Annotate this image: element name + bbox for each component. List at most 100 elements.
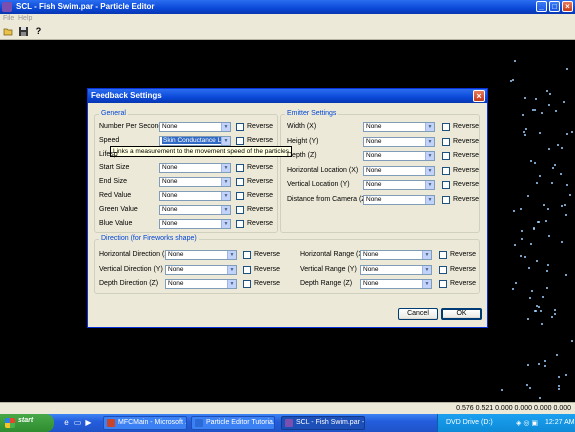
start-button[interactable]: start [0, 414, 54, 432]
minimize-button[interactable]: _ [536, 1, 547, 12]
general-row-3-reverse-checkbox[interactable] [236, 164, 244, 173]
taskbar: start e ▭ ▶ DVD Drive (D:) ◈ ◎ ▣ 12:27 A… [0, 414, 575, 432]
emitter-row-0-combo[interactable]: None ▼ [363, 122, 435, 132]
chevron-down-icon[interactable]: ▼ [425, 181, 434, 190]
task-label: MFCMain - Microsoft ... [118, 419, 187, 426]
direction-right-row-0-reverse-checkbox[interactable] [439, 251, 447, 259]
particle [513, 209, 516, 212]
menu-help[interactable]: Help [18, 15, 32, 22]
particle [523, 130, 526, 133]
chevron-down-icon[interactable]: ▼ [425, 123, 434, 131]
desktop-icon[interactable]: ▭ [73, 418, 82, 427]
direction-left-row-0-reverse-checkbox[interactable] [243, 251, 251, 259]
direction-right-row-0-combo[interactable]: None ▼ [360, 250, 432, 260]
direction-left-row-2-combo[interactable]: None ▼ [165, 279, 237, 290]
general-row-4-label: End Size [99, 178, 128, 186]
taskbar-task-2[interactable]: SCL - Fish Swim.par - ... [281, 416, 365, 430]
particle [564, 274, 567, 277]
general-row-0-combo[interactable]: None ▼ [159, 122, 231, 132]
chevron-down-icon[interactable]: ▼ [227, 251, 236, 259]
chevron-down-icon[interactable]: ▼ [422, 280, 431, 289]
chevron-down-icon[interactable]: ▼ [221, 123, 230, 131]
close-button[interactable]: × [562, 1, 573, 12]
menu-file[interactable]: File [3, 15, 14, 22]
direction-right-row-2-reverse-checkbox[interactable] [439, 280, 447, 289]
particle [529, 242, 532, 245]
general-row-3-combo[interactable]: None ▼ [159, 163, 231, 174]
particle [520, 255, 523, 258]
chevron-down-icon[interactable]: ▼ [422, 251, 431, 259]
general-row-7-combo[interactable]: None ▼ [159, 218, 231, 229]
taskbar-task-1[interactable]: Particle Editor Tutoria... [191, 416, 275, 430]
media-icon[interactable]: ▶ [84, 418, 93, 427]
direction-left-row-1-combo[interactable]: None ▼ [165, 264, 237, 275]
chevron-down-icon[interactable]: ▼ [422, 265, 431, 274]
emitter-row-5-reverse-checkbox[interactable] [442, 196, 450, 204]
cancel-button[interactable]: Cancel [398, 308, 438, 320]
chevron-down-icon[interactable]: ▼ [425, 137, 434, 146]
chevron-down-icon[interactable]: ▼ [227, 280, 236, 289]
general-row-0-reverse-label: Reverse [247, 123, 274, 130]
direction-right-row-1-combo[interactable]: None ▼ [360, 264, 432, 275]
direction-left-row-0-combo[interactable]: None ▼ [165, 250, 237, 260]
general-row-4-combo[interactable]: None ▼ [159, 177, 231, 188]
direction-right-row-1-reverse-checkbox[interactable] [439, 265, 447, 274]
dialog-titlebar[interactable]: Feedback Settings × [88, 89, 487, 103]
emitter-row-4-combo[interactable]: None ▼ [363, 180, 435, 191]
general-row-1-value: Skin Conductance Lev [162, 136, 230, 144]
particle [500, 389, 503, 392]
emitter-row-3-combo[interactable]: None ▼ [363, 165, 435, 176]
direction-left-row-1-reverse-checkbox[interactable] [243, 265, 251, 274]
general-row-6-combo[interactable]: None ▼ [159, 204, 231, 215]
emitter-row-4-label: Vertical Location (Y) [287, 181, 350, 189]
window-titlebar[interactable]: SCL - Fish Swim.par - Particle Editor _ … [0, 0, 575, 14]
tray-icons[interactable]: ◈ ◎ ▣ [516, 419, 538, 427]
general-row-7-reverse-checkbox[interactable] [236, 219, 244, 228]
chevron-down-icon[interactable]: ▼ [425, 152, 434, 161]
taskbar-task-0[interactable]: MFCMain - Microsoft ... [103, 416, 187, 430]
particle [548, 234, 551, 237]
chevron-down-icon[interactable]: ▼ [221, 205, 230, 214]
emitter-row-3-reverse-checkbox[interactable] [442, 166, 450, 175]
chevron-down-icon[interactable]: ▼ [221, 219, 230, 228]
direction-right-row-2-combo[interactable]: None ▼ [360, 279, 432, 290]
chevron-down-icon[interactable]: ▼ [425, 166, 434, 175]
particle [525, 128, 528, 131]
clock: 12:27 AM [545, 419, 575, 426]
direction-right-row-0-label: Horizontal Range (X) [300, 251, 366, 258]
emitter-row-1-combo[interactable]: None ▼ [363, 136, 435, 147]
dialog-close-button[interactable]: × [473, 90, 485, 102]
emitter-row-1-reverse-checkbox[interactable] [442, 137, 450, 146]
chevron-down-icon[interactable]: ▼ [425, 196, 434, 204]
chevron-down-icon[interactable]: ▼ [221, 164, 230, 173]
general-row-0-reverse-checkbox[interactable] [236, 123, 244, 131]
open-icon[interactable] [3, 26, 14, 37]
particle [543, 365, 546, 368]
general-row-6-reverse-checkbox[interactable] [236, 205, 244, 214]
emitter-row-2-value: None [366, 152, 382, 160]
emitter-row-4-reverse-checkbox[interactable] [442, 181, 450, 190]
emitter-row-5-combo[interactable]: None ▼ [363, 195, 435, 205]
emitter-row-0-reverse-checkbox[interactable] [442, 123, 450, 131]
chevron-down-icon[interactable]: ▼ [221, 192, 230, 200]
emitter-row-2-combo[interactable]: None ▼ [363, 151, 435, 162]
ie-icon[interactable]: e [62, 418, 71, 427]
maximize-button[interactable]: □ [549, 1, 560, 12]
ok-button[interactable]: OK [441, 308, 482, 320]
direction-left-row-2-reverse-checkbox[interactable] [243, 280, 251, 289]
emitter-row-2-reverse-checkbox[interactable] [442, 152, 450, 161]
chevron-down-icon[interactable]: ▼ [221, 178, 230, 187]
general-row-4-reverse-checkbox[interactable] [236, 178, 244, 187]
particle [535, 97, 538, 100]
window-title: SCL - Fish Swim.par - Particle Editor [16, 2, 155, 11]
chevron-down-icon[interactable]: ▼ [221, 136, 230, 145]
general-row-1-reverse-checkbox[interactable] [236, 136, 244, 145]
general-row-5-combo[interactable]: None ▼ [159, 191, 231, 201]
chevron-down-icon[interactable]: ▼ [227, 265, 236, 274]
help-icon[interactable]: ? [33, 26, 44, 37]
save-icon[interactable] [18, 26, 29, 37]
general-row-1-combo[interactable]: Skin Conductance Lev ▼ [159, 135, 231, 146]
general-row-5-reverse-checkbox[interactable] [236, 192, 244, 200]
particle [553, 312, 556, 315]
general-row-6-label: Green Value [99, 205, 138, 213]
